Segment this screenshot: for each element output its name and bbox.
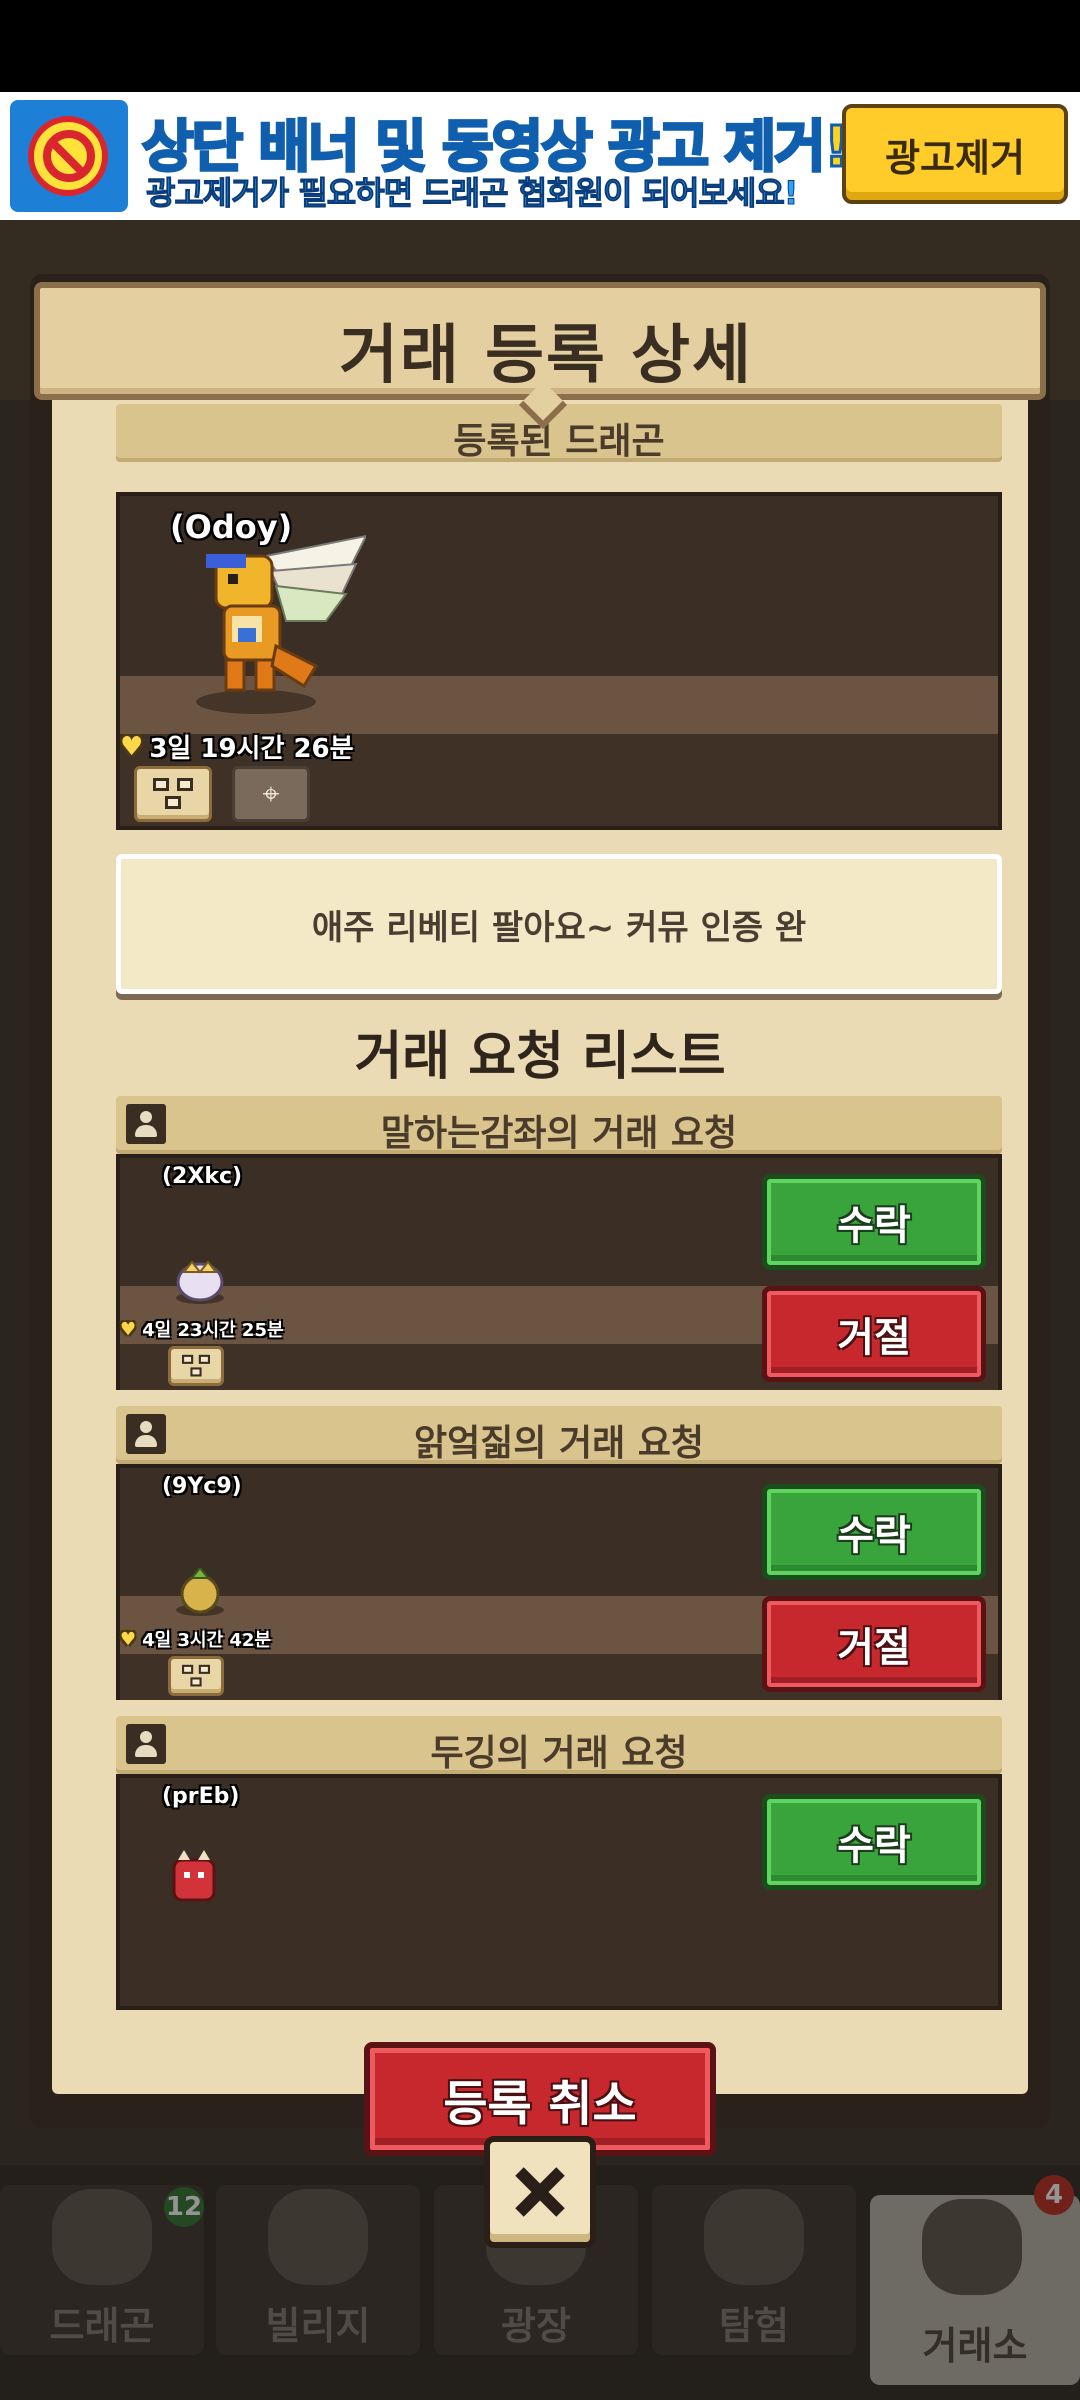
request-title: 말하는감좌의 거래 요청 (380, 1113, 738, 1154)
request-dragon-panel[interactable]: (prEb) 수락 (116, 1774, 1002, 2010)
section-title: 등록된 드래곤 (453, 421, 665, 462)
dragon-code: (9Yc9) (162, 1474, 242, 1499)
dragon-code: (2Xkc) (162, 1164, 243, 1189)
request-list-title: 거래 요청 리스트 (354, 1027, 726, 1087)
trade-memo: 애주 리베티 팔아요~ 커뮤 인증 완 (116, 854, 1002, 994)
egg-sprite (176, 1260, 224, 1304)
ad-subtitle: 광고제거가 필요하면 드래곤 협회원이 되어보세요! (145, 174, 798, 213)
close-button[interactable] (484, 2136, 596, 2248)
remove-ads-button[interactable]: 광고제거 (842, 104, 1068, 204)
time-left: 3일 19시간 26분 (149, 734, 354, 764)
dragon-sprite (172, 1850, 216, 1902)
crosshair-icon: ⌖ (262, 776, 280, 812)
heart-icon: ♥ (120, 1318, 137, 1340)
close-icon (515, 2167, 565, 2217)
accept-button[interactable]: 수락 (762, 1484, 986, 1580)
dragon-timer: ♥ 4일 3시간 42분 (120, 1626, 271, 1652)
request-dragon-panel[interactable]: (2Xkc) ♥ 4일 23시간 25분 수락 거절 (116, 1154, 1002, 1390)
family-tree-icon (153, 778, 193, 810)
ad-banner[interactable]: 상단 배너 및 동영상 광고 제거! 광고제거가 필요하면 드래곤 협회원이 되… (0, 92, 1080, 220)
status-bar (0, 0, 1080, 92)
request-header: 앍엌짊의 거래 요청 (116, 1406, 1002, 1464)
family-tree-button[interactable] (168, 1346, 224, 1386)
family-tree-icon (182, 1664, 210, 1687)
dragon-timer: ♥ 3일 19시간 26분 (120, 728, 354, 765)
dragon-code: (prEb) (162, 1784, 240, 1809)
request-title: 앍엌짊의 거래 요청 (413, 1423, 705, 1464)
request-header: 두깅의 거래 요청 (116, 1716, 1002, 1774)
accept-button[interactable]: 수락 (762, 1794, 986, 1890)
modal-scroll-area[interactable]: 등록된 드래곤 (Odoy) ♥ 3일 19시간 26분 ⌖ 애주 리베티 팔아… (74, 394, 1006, 2020)
dragon-timer: ♥ 4일 23시간 25분 (120, 1316, 284, 1342)
reject-button[interactable]: 거절 (762, 1286, 986, 1382)
registered-dragon-panel[interactable]: (Odoy) ♥ 3일 19시간 26분 ⌖ (116, 492, 1002, 830)
request-dragon-panel[interactable]: (9Yc9) ♥ 4일 3시간 42분 수락 거절 (116, 1464, 1002, 1700)
accept-button[interactable]: 수락 (762, 1174, 986, 1270)
heart-icon: ♥ (120, 731, 144, 762)
heart-icon: ♥ (120, 1628, 137, 1650)
family-tree-icon (182, 1354, 210, 1377)
trade-detail-modal: 등록된 드래곤 (Odoy) ♥ 3일 19시간 26분 ⌖ 애주 리베티 팔아… (30, 274, 1050, 2156)
request-title: 두깅의 거래 요청 (430, 1733, 688, 1774)
family-tree-button[interactable] (134, 766, 212, 822)
dragon-sprite (196, 534, 366, 714)
time-left: 4일 23시간 25분 (142, 1320, 284, 1341)
modal-title: 거래 등록 상세 (339, 319, 753, 393)
egg-sprite (176, 1568, 224, 1616)
modal-body: 등록된 드래곤 (Odoy) ♥ 3일 19시간 26분 ⌖ 애주 리베티 팔아… (52, 394, 1028, 2156)
family-tree-button[interactable] (168, 1656, 224, 1696)
time-left: 4일 3시간 42분 (142, 1630, 272, 1651)
no-ads-clock-icon (10, 100, 128, 212)
locate-button[interactable]: ⌖ (232, 766, 310, 822)
request-header: 말하는감좌의 거래 요청 (116, 1096, 1002, 1154)
reject-button[interactable]: 거절 (762, 1596, 986, 1692)
